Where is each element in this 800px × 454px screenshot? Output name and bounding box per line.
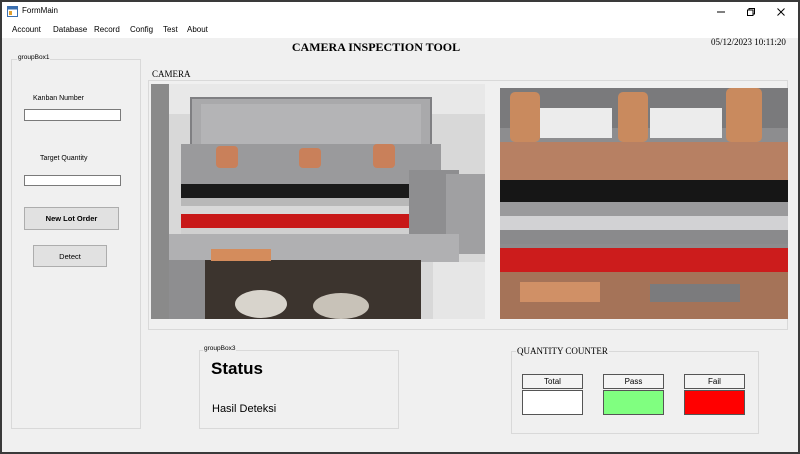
main-window: FormMain Account Database Record Config … xyxy=(0,0,800,454)
menu-bar: Account Database Record Config Test Abou… xyxy=(2,22,798,38)
target-quantity-label: Target Quantity xyxy=(40,155,88,162)
total-label: Total xyxy=(522,374,583,389)
kanban-number-label: Kanban Number xyxy=(33,95,84,102)
minimize-button[interactable] xyxy=(706,2,736,22)
camera-view-2 xyxy=(500,88,788,319)
target-quantity-input[interactable] xyxy=(24,175,121,186)
close-icon xyxy=(777,8,785,16)
pass-label: Pass xyxy=(603,374,664,389)
kanban-number-input[interactable] xyxy=(24,109,121,121)
menu-test[interactable]: Test xyxy=(163,25,178,34)
status-title: Status xyxy=(211,359,263,378)
restore-icon xyxy=(747,8,755,16)
datetime-display: 05/12/2023 10:11:20 xyxy=(711,37,786,47)
menu-database[interactable]: Database xyxy=(53,25,87,34)
camera-view-1 xyxy=(151,84,485,319)
pass-counter-box xyxy=(603,390,664,415)
camera-image-1 xyxy=(151,84,485,319)
menu-record[interactable]: Record xyxy=(94,25,120,34)
fail-counter-box xyxy=(684,390,745,415)
maximize-button[interactable] xyxy=(736,2,766,22)
window-title: FormMain xyxy=(22,6,59,15)
minimize-icon xyxy=(717,11,725,13)
detection-result: Hasil Deteksi xyxy=(212,403,277,415)
new-lot-order-button[interactable]: New Lot Order xyxy=(24,207,119,230)
page-title: CAMERA INSPECTION TOOL xyxy=(291,40,461,54)
fail-label: Fail xyxy=(684,374,745,389)
camera-label: CAMERA xyxy=(152,69,191,79)
window-titlebar: FormMain xyxy=(2,2,798,22)
total-counter-box xyxy=(522,390,583,415)
menu-config[interactable]: Config xyxy=(130,25,153,34)
menu-about[interactable]: About xyxy=(187,25,208,34)
quantity-counter-title: QUANTITY COUNTER xyxy=(516,346,609,356)
groupbox-1-title: groupBox1 xyxy=(17,54,51,61)
detect-button[interactable]: Detect xyxy=(33,245,107,267)
form-app-icon xyxy=(7,6,18,17)
menu-account[interactable]: Account xyxy=(12,25,41,34)
camera-image-2 xyxy=(500,88,788,319)
groupbox-3-title: groupBox3 xyxy=(203,345,237,352)
close-button[interactable] xyxy=(766,2,796,22)
